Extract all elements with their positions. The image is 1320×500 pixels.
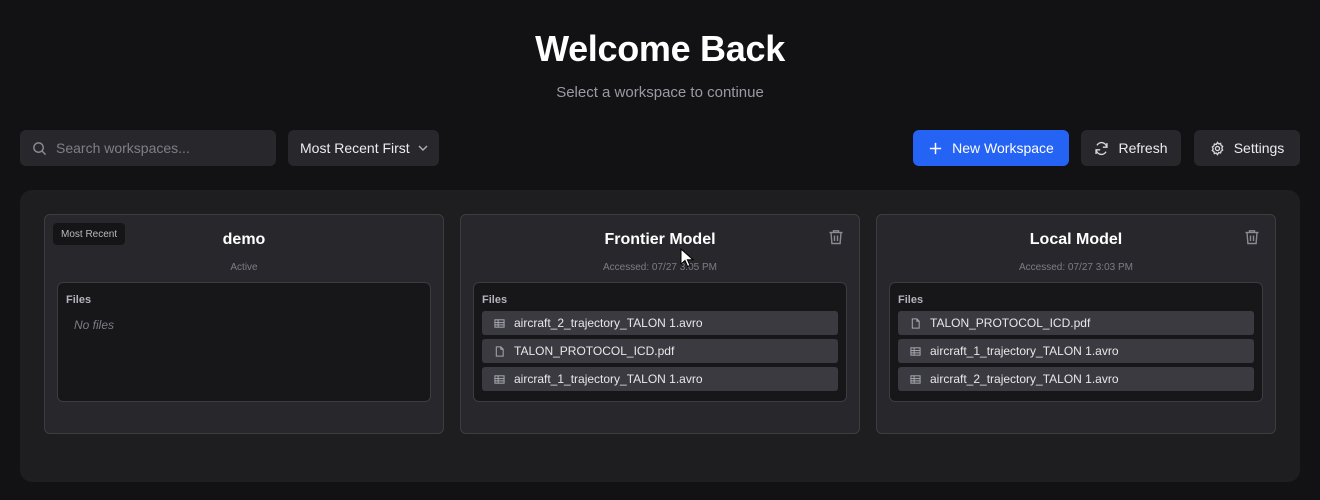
files-box: Files No files bbox=[57, 282, 431, 402]
file-name: aircraft_1_trajectory_TALON 1.avro bbox=[930, 344, 1119, 358]
sort-dropdown-value: Most Recent First bbox=[300, 140, 410, 156]
workspace-accessed-time: Accessed: 07/27 3:05 PM bbox=[603, 262, 717, 273]
toolbar: Most Recent First New Workspace Refresh … bbox=[20, 130, 1300, 166]
search-icon bbox=[33, 141, 47, 155]
workspace-name: demo bbox=[222, 231, 266, 248]
file-item[interactable]: aircraft_2_trajectory_TALON 1.avro bbox=[898, 367, 1254, 391]
search-input[interactable] bbox=[56, 140, 256, 156]
file-name: TALON_PROTOCOL_ICD.pdf bbox=[930, 316, 1091, 330]
refresh-button[interactable]: Refresh bbox=[1081, 130, 1181, 166]
workspace-card-frontier-model[interactable]: Frontier Model Accessed: 07/27 3:05 PM F… bbox=[460, 214, 860, 434]
page-header: Welcome Back Select a workspace to conti… bbox=[0, 28, 1320, 101]
mouse-cursor-icon bbox=[680, 248, 694, 268]
file-item[interactable]: TALON_PROTOCOL_ICD.pdf bbox=[898, 311, 1254, 335]
file-item[interactable]: TALON_PROTOCOL_ICD.pdf bbox=[482, 339, 838, 363]
workspace-grid: Most Recent demo Active Files No files F… bbox=[20, 190, 1300, 482]
new-workspace-label: New Workspace bbox=[952, 140, 1054, 156]
file-name: aircraft_2_trajectory_TALON 1.avro bbox=[514, 316, 703, 330]
files-label: Files bbox=[482, 294, 508, 306]
table-icon bbox=[494, 318, 505, 328]
files-box: Files aircraft_2_trajectory_TALON 1.avro… bbox=[473, 282, 847, 402]
plus-icon bbox=[930, 142, 942, 154]
workspace-name: Local Model bbox=[1029, 231, 1123, 248]
workspace-card-local-model[interactable]: Local Model Accessed: 07/27 3:03 PM File… bbox=[876, 214, 1276, 434]
settings-label: Settings bbox=[1233, 140, 1285, 156]
workspace-name: Frontier Model bbox=[604, 231, 716, 248]
chevron-down-icon bbox=[418, 145, 428, 151]
file-name: aircraft_2_trajectory_TALON 1.avro bbox=[930, 372, 1119, 386]
trash-icon[interactable] bbox=[827, 228, 845, 246]
file-item[interactable]: aircraft_2_trajectory_TALON 1.avro bbox=[482, 311, 838, 335]
file-item[interactable]: aircraft_1_trajectory_TALON 1.avro bbox=[482, 367, 838, 391]
document-icon bbox=[495, 345, 504, 357]
table-icon bbox=[494, 374, 505, 384]
trash-icon[interactable] bbox=[1243, 228, 1261, 246]
file-item[interactable]: aircraft_1_trajectory_TALON 1.avro bbox=[898, 339, 1254, 363]
table-icon bbox=[910, 374, 921, 384]
files-box: Files TALON_PROTOCOL_ICD.pdf aircraft_1_… bbox=[889, 282, 1263, 402]
file-list: TALON_PROTOCOL_ICD.pdf aircraft_1_trajec… bbox=[898, 311, 1254, 395]
workspace-card-demo[interactable]: Most Recent demo Active Files No files bbox=[44, 214, 444, 434]
new-workspace-button[interactable]: New Workspace bbox=[913, 130, 1069, 166]
file-name: TALON_PROTOCOL_ICD.pdf bbox=[514, 344, 675, 358]
workspace-accessed-time: Accessed: 07/27 3:03 PM bbox=[1019, 262, 1133, 273]
document-icon bbox=[911, 317, 920, 329]
table-icon bbox=[910, 346, 921, 356]
page-subtitle: Select a workspace to continue bbox=[556, 84, 764, 101]
files-label: Files bbox=[66, 294, 92, 306]
file-list: aircraft_2_trajectory_TALON 1.avro TALON… bbox=[482, 311, 838, 395]
refresh-label: Refresh bbox=[1118, 140, 1168, 156]
workspace-status: Active bbox=[230, 262, 258, 273]
files-label: Files bbox=[898, 294, 924, 306]
file-name: aircraft_1_trajectory_TALON 1.avro bbox=[514, 372, 703, 386]
search-box[interactable] bbox=[20, 130, 276, 166]
gear-icon bbox=[1211, 140, 1224, 156]
page-title: Welcome Back bbox=[535, 28, 785, 69]
settings-button[interactable]: Settings bbox=[1194, 130, 1300, 166]
refresh-icon bbox=[1095, 141, 1109, 155]
no-files-text: No files bbox=[74, 318, 115, 332]
sort-dropdown[interactable]: Most Recent First bbox=[288, 130, 439, 166]
